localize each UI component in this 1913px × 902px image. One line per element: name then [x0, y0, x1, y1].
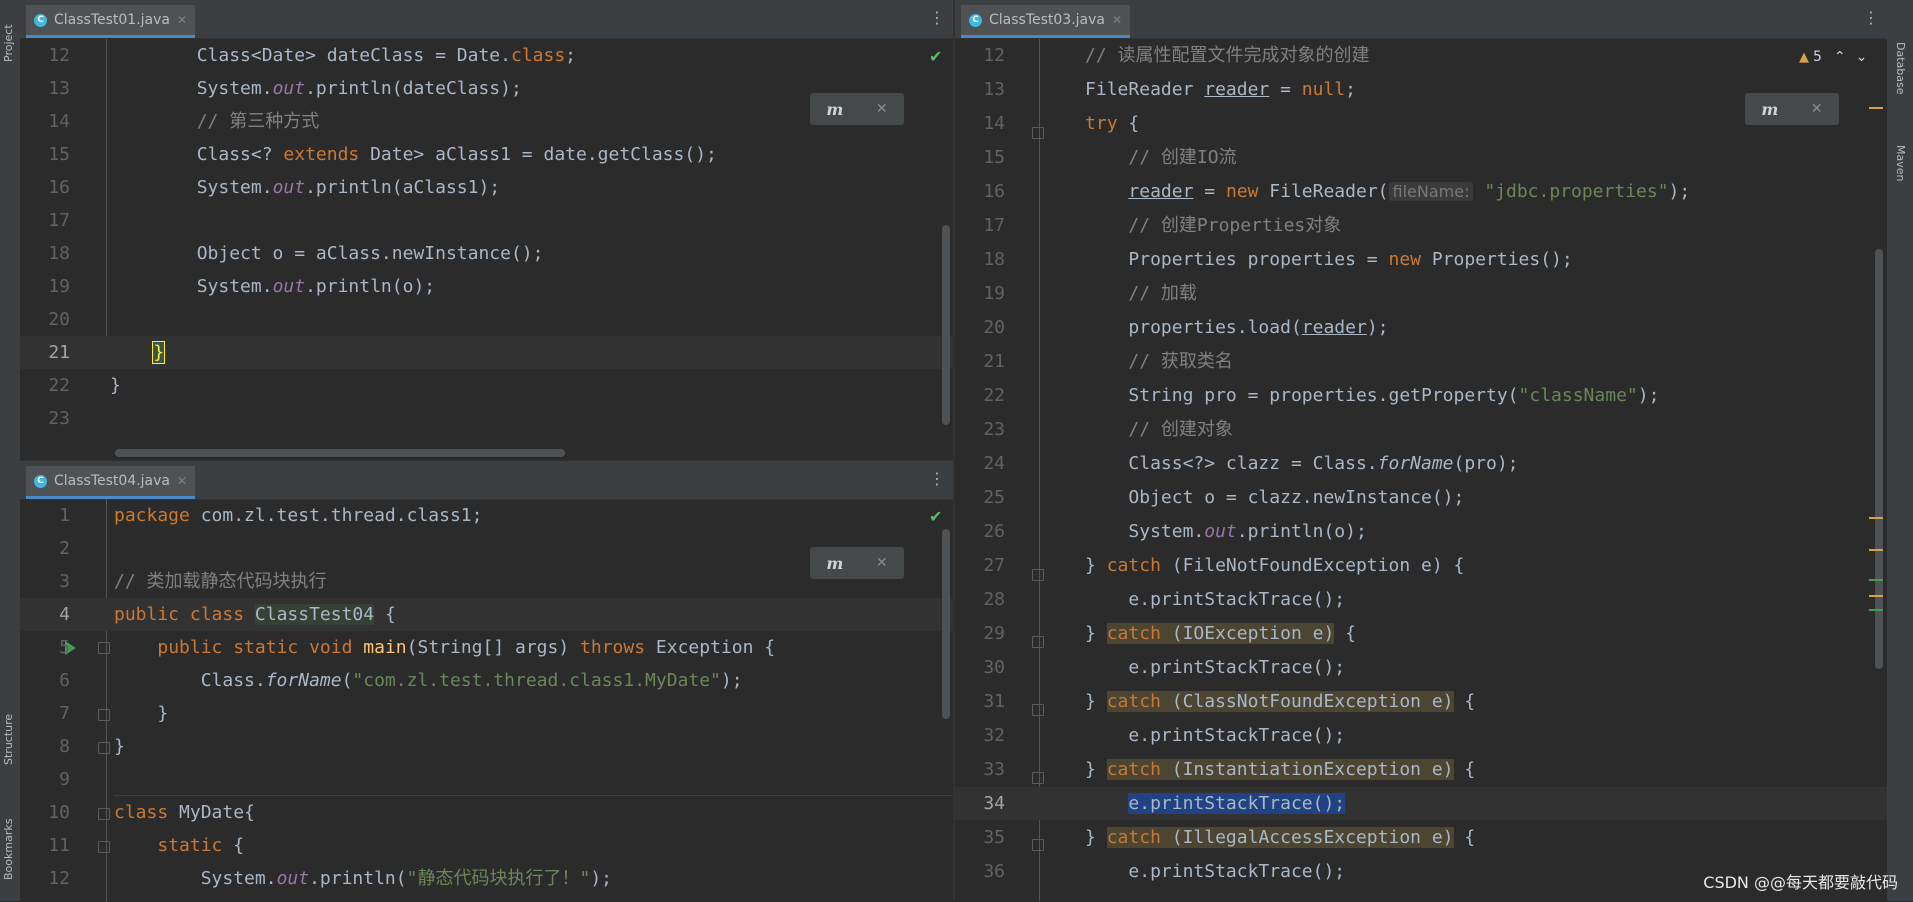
vertical-scrollbar[interactable]: [942, 225, 950, 425]
code-line: 17 // 创建Properties对象: [955, 215, 1342, 236]
current-line: 4 public class ClassTest04 {: [20, 598, 953, 631]
more-options-icon[interactable]: ⋮: [1863, 10, 1879, 26]
code-line: 32 e.printStackTrace();: [955, 725, 1346, 746]
change-stripe[interactable]: [1869, 609, 1883, 611]
tab-title: ClassTest01.java: [54, 12, 170, 28]
java-class-icon: C: [34, 474, 47, 488]
java-class-icon: C: [34, 13, 47, 27]
right-tool-strip: Database Maven: [1886, 0, 1913, 901]
code-line: 16 reader = new FileReader(fileName: "jd…: [983, 181, 1691, 202]
tab-bar: C ClassTest03.java ✕ ⋮: [955, 0, 1887, 39]
vertical-scrollbar[interactable]: [1875, 249, 1883, 669]
more-options-icon[interactable]: ⋮: [929, 471, 945, 487]
code-line: 6 Class.forName("com.zl.test.thread.clas…: [59, 670, 743, 691]
left-tool-strip: Project Structure Bookmarks: [0, 0, 21, 901]
close-icon[interactable]: ✕: [177, 474, 187, 488]
project-tool-button[interactable]: Project: [2, 24, 15, 62]
editor-top-left: C ClassTest01.java ✕ ⋮ ✔ m ✕ 12 Class<Da…: [20, 0, 953, 460]
code-line: 11 static {: [48, 835, 245, 856]
change-stripe[interactable]: [1869, 579, 1883, 581]
code-area[interactable]: ▲ 5 ⌃ ⌄ m ✕ 12 // 读属性配置文件完成对象的创建 13 File…: [955, 39, 1887, 901]
code-line: 13 System.out.println(dateClass);: [48, 78, 522, 99]
code-line: 22 }: [48, 375, 121, 396]
code-line: 20: [48, 309, 70, 330]
code-line: 2: [59, 538, 70, 559]
warning-stripe[interactable]: [1869, 549, 1883, 551]
code-line: 19 System.out.println(o);: [48, 276, 436, 297]
code-line: 29 } catch (IOException e) {: [955, 623, 1356, 644]
editor-right: C ClassTest03.java ✕ ⋮ ▲ 5 ⌃ ⌄ m ✕ 12 //…: [955, 0, 1887, 901]
code-line: 19 // 加载: [955, 283, 1197, 304]
java-class-icon: C: [969, 13, 982, 27]
code-line: 14 // 第三种方式: [48, 111, 320, 132]
more-options-icon[interactable]: ⋮: [929, 10, 945, 26]
code-line: 14 try {: [983, 113, 1140, 134]
editor-bottom-left: C ClassTest04.java ✕ ⋮ ✔ m ✕ 1 package c…: [20, 460, 953, 902]
bookmarks-tool-button[interactable]: Bookmarks: [2, 819, 15, 880]
code-line: 7 }: [59, 703, 169, 724]
code-line: 23: [48, 408, 70, 429]
code-line: 15 // 创建IO流: [955, 147, 1237, 168]
horizontal-scrollbar[interactable]: [115, 449, 565, 457]
code-line: 3 // 类加载静态代码块执行: [59, 571, 327, 592]
watermark: CSDN @@每天都要敲代码: [1703, 873, 1898, 892]
maven-tool-button[interactable]: Maven: [1894, 145, 1907, 181]
parameter-hint: fileName:: [1388, 182, 1474, 201]
tab-bar: C ClassTest04.java ✕ ⋮: [20, 461, 953, 500]
tab-title: ClassTest03.java: [989, 12, 1105, 28]
code-area[interactable]: ✔ m ✕ 12 Class<Date> dateClass = Date.cl…: [20, 39, 953, 460]
code-line: 35 } catch (IllegalAccessException e) {: [955, 827, 1476, 848]
structure-tool-button[interactable]: Structure: [2, 714, 15, 765]
database-tool-button[interactable]: Database: [1894, 42, 1907, 95]
warning-stripe[interactable]: [1869, 517, 1883, 519]
code-line: 13 FileReader reader = null;: [955, 79, 1356, 100]
tab-title: ClassTest04.java: [54, 473, 170, 489]
code-line: 9: [59, 769, 70, 790]
code-line: 8 }: [59, 736, 125, 757]
code-line: 16 System.out.println(aClass1);: [48, 177, 501, 198]
code-line: 25 Object o = clazz.newInstance();: [955, 487, 1465, 508]
code-line: 22 String pro = properties.getProperty("…: [955, 385, 1660, 406]
code-line: 26 System.out.println(o);: [955, 521, 1367, 542]
code-line: 20 properties.load(reader);: [955, 317, 1389, 338]
code-line: 24 Class<?> clazz = Class.forName(pro);: [955, 453, 1519, 474]
code-line: 30 e.printStackTrace();: [955, 657, 1346, 678]
code-line: 27 } catch (FileNotFoundException e) {: [955, 555, 1465, 576]
code-area[interactable]: ✔ m ✕ 1 package com.zl.test.thread.class…: [20, 499, 953, 902]
code-line: 10 class MyDate{: [48, 802, 255, 823]
tab-classtest03[interactable]: C ClassTest03.java ✕: [961, 5, 1131, 38]
tab-classtest01[interactable]: C ClassTest01.java ✕: [26, 5, 196, 38]
code-line: 21 // 获取类名: [955, 351, 1233, 372]
code-line: 18 Properties properties = new Propertie…: [955, 249, 1573, 270]
code-line: 18 Object o = aClass.newInstance();: [48, 243, 544, 264]
warning-stripe[interactable]: [1869, 107, 1883, 109]
code-line: 12 Class<Date> dateClass = Date.class;: [48, 45, 576, 66]
code-line: 5 public static void main(String[] args)…: [59, 637, 776, 658]
code-line: 28 e.printStackTrace();: [955, 589, 1346, 610]
warning-stripe[interactable]: [1869, 595, 1883, 597]
code-line: 12 // 读属性配置文件完成对象的创建: [955, 45, 1370, 66]
code-line: 15 Class<? extends Date> aClass1 = date.…: [48, 144, 717, 165]
code-line: 17: [48, 210, 70, 231]
current-line: 34 e.printStackTrace();: [955, 787, 1887, 820]
vertical-scrollbar[interactable]: [942, 529, 950, 719]
close-icon[interactable]: ✕: [177, 13, 187, 27]
tab-classtest04[interactable]: C ClassTest04.java ✕: [26, 466, 196, 499]
code-line: 1 package com.zl.test.thread.class1;: [59, 505, 483, 526]
code-line: 23 // 创建对象: [955, 419, 1233, 440]
code-line: 31 } catch (ClassNotFoundException e) {: [955, 691, 1476, 712]
code-line: 33 } catch (InstantiationException e) {: [955, 759, 1476, 780]
current-line: 21 }: [20, 336, 953, 369]
close-icon[interactable]: ✕: [1112, 13, 1122, 27]
tab-bar: C ClassTest01.java ✕ ⋮: [20, 0, 953, 39]
code-line: 12 System.out.println("静态代码块执行了！");: [48, 868, 612, 889]
